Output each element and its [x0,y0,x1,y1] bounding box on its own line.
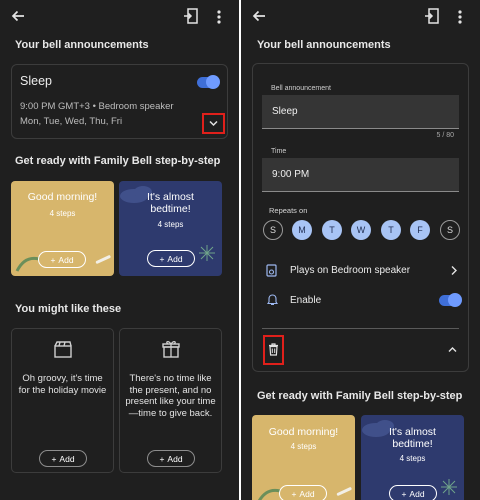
right-screen: Your bell announcements Bell announcemen… [241,0,480,500]
bell-announcement-label: Bell announcement [271,85,331,92]
idea-text: There's no time like the present, and no… [125,373,216,419]
chevron-down-icon[interactable] [208,119,219,128]
routine-card-morning[interactable]: Good morning! 4 steps + Add [11,181,114,276]
add-button[interactable]: + Add [389,485,437,500]
routine-title: It's almost bedtime! [389,426,436,450]
add-button[interactable]: + Add [147,250,195,267]
bell-icon [267,294,278,306]
family-bell-heading: Get ready with Family Bell step-by-step [15,155,221,167]
trash-icon[interactable] [268,343,279,356]
add-button[interactable]: + Add [39,450,87,467]
bell-announcement-value: Sleep [272,106,298,117]
plus-icon: + [50,254,56,265]
back-arrow-icon[interactable] [9,7,27,25]
gift-icon [161,341,180,358]
star-decoration-icon [441,479,457,495]
add-label: Add [409,488,425,499]
day-monday[interactable]: M [292,220,312,240]
time-value: 9:00 PM [272,169,310,180]
routine-card-morning[interactable]: Good morning! 4 steps + Add [252,415,355,500]
left-screen: Your bell announcements Sleep 9:00 PM GM… [0,0,239,500]
leaf-decoration-icon [15,256,40,272]
time-field[interactable]: 9:00 PM [262,158,459,192]
add-button[interactable]: + Add [147,450,195,467]
plus-icon: + [401,488,407,499]
day-friday[interactable]: F [410,220,430,240]
card-divider [262,328,459,329]
add-label: Add [167,253,183,264]
clapperboard-icon [53,341,72,358]
plus-icon: + [159,453,165,464]
repeats-label: Repeats on [269,206,308,215]
bell-announcement-field[interactable]: Sleep [262,95,459,129]
alarm-name: Sleep [20,74,52,88]
char-counter: 5 / 80 [436,132,454,139]
cast-icon[interactable] [424,7,440,25]
enable-label: Enable [290,295,322,306]
add-label: Add [167,453,183,464]
routine-card-bedtime[interactable]: It's almost bedtime! 4 steps + Add [119,181,222,276]
alarm-card[interactable]: Sleep 9:00 PM GMT+3 • Bedroom speaker Mo… [11,64,228,139]
chevron-right-icon [451,266,457,275]
routine-card-bedtime[interactable]: It's almost bedtime! 4 steps + Add [361,415,464,500]
day-thursday[interactable]: T [381,220,401,240]
alarm-days: Mon, Tue, Wed, Thu, Fri [20,116,123,127]
routine-title: Good morning! [27,191,98,203]
chevron-up-icon[interactable] [447,345,458,354]
time-label: Time [271,148,287,155]
enable-toggle[interactable] [439,293,462,307]
add-label: Add [58,254,74,265]
day-tuesday[interactable]: T [322,220,342,240]
alarm-edit-card: Bell announcement Sleep 5 / 80 Time 9:00… [252,63,469,372]
idea-text: Oh groovy, it's time for the holiday mov… [18,373,107,396]
routine-title: It's almost bedtime! [147,191,194,215]
idea-card-movie[interactable]: Oh groovy, it's time for the holiday mov… [11,328,114,473]
routine-steps: 4 steps [157,220,184,229]
routine-title: Good morning! [268,426,339,438]
more-vert-icon[interactable] [453,8,467,26]
add-label: Add [59,453,75,464]
routine-steps: 4 steps [399,454,426,463]
day-wednesday[interactable]: W [351,220,371,240]
star-decoration-icon [199,245,215,261]
top-bar [241,0,480,34]
announcements-heading: Your bell announcements [15,39,149,51]
family-bell-heading: Get ready with Family Bell step-by-step [257,390,463,402]
alarm-toggle[interactable] [197,75,220,89]
routine-steps: 4 steps [49,209,76,218]
plus-icon: + [159,253,165,264]
idea-card-gift[interactable]: There's no time like the present, and no… [119,328,222,473]
more-vert-icon[interactable] [212,8,226,26]
top-bar [0,0,239,34]
speaker-label: Plays on Bedroom speaker [290,265,411,276]
plus-icon: + [291,488,297,499]
add-button[interactable]: + Add [38,251,86,268]
speaker-icon [266,264,277,277]
might-like-heading: You might like these [15,303,122,315]
routine-steps: 4 steps [290,442,317,451]
add-label: Add [299,488,315,499]
speaker-row[interactable]: Plays on Bedroom speaker [253,260,468,280]
toothbrush-decoration-icon [336,487,352,496]
day-sunday[interactable]: S [263,220,283,240]
add-button[interactable]: + Add [279,485,327,500]
alarm-time-speaker: 9:00 PM GMT+3 • Bedroom speaker [20,101,174,112]
plus-icon: + [51,453,57,464]
day-saturday[interactable]: S [440,220,460,240]
cast-icon[interactable] [183,7,199,25]
announcements-heading: Your bell announcements [257,39,391,51]
back-arrow-icon[interactable] [250,7,268,25]
enable-row: Enable [253,290,468,310]
toothbrush-decoration-icon [95,255,111,264]
